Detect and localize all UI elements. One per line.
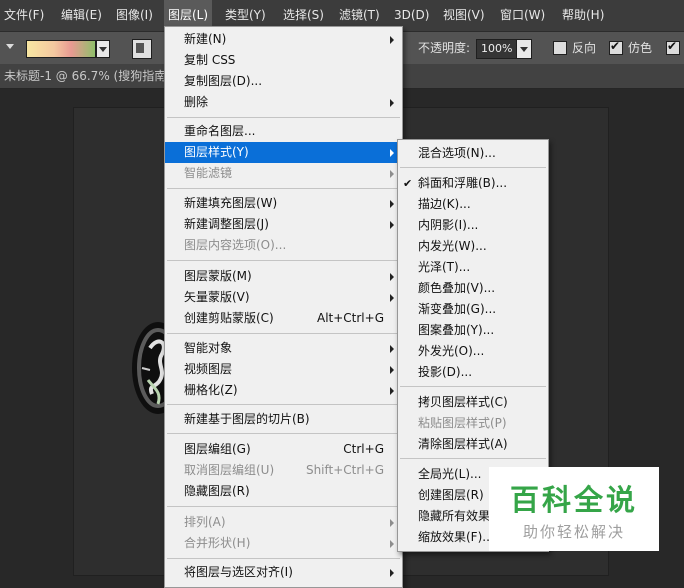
menu-item-new-adjustment-layer[interactable]: 新建调整图层(J) xyxy=(165,214,402,235)
menu-separator xyxy=(167,333,400,334)
submenu-item-color-overlay[interactable]: 颜色叠加(V)... xyxy=(398,278,548,299)
menu-item-new[interactable]: 新建(N) xyxy=(165,29,402,50)
menu-edit[interactable]: 编辑(E) xyxy=(61,0,102,31)
menu-image[interactable]: 图像(I) xyxy=(116,0,153,31)
menu-item-group-layers[interactable]: 图层编组(G) Ctrl+G xyxy=(165,439,402,460)
dither-checkbox[interactable] xyxy=(609,39,623,55)
menu-item-smart-object[interactable]: 智能对象 xyxy=(165,338,402,359)
menu-separator xyxy=(400,458,546,459)
chevron-right-icon xyxy=(390,540,394,548)
chevron-right-icon xyxy=(390,200,394,208)
submenu-item-drop-shadow[interactable]: 投影(D)... xyxy=(398,362,548,383)
menu-item-vector-mask[interactable]: 矢量蒙版(V) xyxy=(165,287,402,308)
document-tab[interactable]: 未标题-1 @ 66.7% (搜狗指南 xyxy=(4,64,166,88)
menu-item-duplicate-layer[interactable]: 复制图层(D)... xyxy=(165,71,402,92)
menu-view[interactable]: 视图(V) xyxy=(443,0,485,31)
menu-separator xyxy=(167,188,400,189)
menu-separator xyxy=(167,404,400,405)
watermark-logo: 百科全说 助你轻松解决 xyxy=(489,467,659,551)
menu-separator xyxy=(167,558,400,559)
menu-item-create-clipping-mask[interactable]: 创建剪贴蒙版(C) Alt+Ctrl+G xyxy=(165,308,402,329)
submenu-item-inner-shadow[interactable]: 内阴影(I)... xyxy=(398,215,548,236)
submenu-item-blending-options[interactable]: 混合选项(N)... xyxy=(398,143,548,164)
menu-item-delete[interactable]: 删除 xyxy=(165,92,402,113)
menu-item-rasterize[interactable]: 栅格化(Z) xyxy=(165,380,402,401)
menu-help[interactable]: 帮助(H) xyxy=(562,0,604,31)
submenu-item-gradient-overlay[interactable]: 渐变叠加(G)... xyxy=(398,299,548,320)
submenu-item-bevel-emboss[interactable]: ✔ 斜面和浮雕(B)... xyxy=(398,173,548,194)
opacity-input[interactable]: 100% xyxy=(476,39,518,59)
chevron-right-icon xyxy=(390,345,394,353)
submenu-item-pattern-overlay[interactable]: 图案叠加(Y)... xyxy=(398,320,548,341)
menu-separator xyxy=(167,433,400,434)
menu-separator xyxy=(167,506,400,507)
menu-window[interactable]: 窗口(W) xyxy=(500,0,545,31)
chevron-right-icon xyxy=(390,170,394,178)
transparency-checkbox[interactable] xyxy=(666,39,680,55)
chevron-right-icon xyxy=(390,387,394,395)
menu-separator xyxy=(400,386,546,387)
chevron-right-icon xyxy=(390,273,394,281)
chevron-right-icon xyxy=(390,149,394,157)
gradient-swatch[interactable] xyxy=(26,40,96,58)
chevron-right-icon xyxy=(390,221,394,229)
chevron-right-icon xyxy=(390,366,394,374)
menu-item-ungroup-layers[interactable]: 取消图层编组(U) Shift+Ctrl+G xyxy=(165,460,402,481)
submenu-item-clear-layer-style[interactable]: 清除图层样式(A) xyxy=(398,434,548,455)
menu-item-new-fill-layer[interactable]: 新建填充图层(W) xyxy=(165,193,402,214)
submenu-item-satin[interactable]: 光泽(T)... xyxy=(398,257,548,278)
menu-separator xyxy=(167,117,400,118)
menu-item-combine-shapes[interactable]: 合并形状(H) xyxy=(165,533,402,554)
reverse-checkbox[interactable] xyxy=(553,41,567,55)
gradient-dropdown-button[interactable] xyxy=(96,40,110,58)
opacity-dropdown-button[interactable] xyxy=(516,39,532,59)
gradient-style-icon[interactable] xyxy=(132,39,152,59)
menu-item-align-to-selection[interactable]: 将图层与选区对齐(I) xyxy=(165,562,402,583)
reverse-label: 反向 xyxy=(572,41,597,55)
menu-separator xyxy=(400,167,546,168)
menu-item-video-layer[interactable]: 视频图层 xyxy=(165,359,402,380)
menu-item-arrange[interactable]: 排列(A) xyxy=(165,512,402,533)
menu-file[interactable]: 文件(F) xyxy=(4,0,44,31)
menu-item-layer-mask[interactable]: 图层蒙版(M) xyxy=(165,266,402,287)
menu-item-layer-content-options[interactable]: 图层内容选项(O)... xyxy=(165,235,402,256)
menu-item-rename-layer[interactable]: 重命名图层... xyxy=(165,121,402,142)
opacity-label: 不透明度: xyxy=(418,41,471,55)
checkmark-icon: ✔ xyxy=(403,177,413,190)
submenu-item-paste-layer-style[interactable]: 粘贴图层样式(P) xyxy=(398,413,548,434)
watermark-title: 百科全说 xyxy=(509,483,638,517)
menu-item-copy-css[interactable]: 复制 CSS xyxy=(165,50,402,71)
chevron-right-icon xyxy=(390,36,394,44)
dither-label: 仿色 xyxy=(628,41,653,55)
menu-item-smart-filter[interactable]: 智能滤镜 xyxy=(165,163,402,184)
chevron-right-icon xyxy=(390,99,394,107)
submenu-item-copy-layer-style[interactable]: 拷贝图层样式(C) xyxy=(398,392,548,413)
watermark-subtitle: 助你轻松解决 xyxy=(522,523,625,541)
menu-separator xyxy=(167,260,400,261)
chevron-right-icon xyxy=(390,294,394,302)
chevron-right-icon xyxy=(390,569,394,577)
submenu-item-inner-glow[interactable]: 内发光(W)... xyxy=(398,236,548,257)
menu-item-new-layer-slice[interactable]: 新建基于图层的切片(B) xyxy=(165,409,402,430)
submenu-item-stroke[interactable]: 描边(K)... xyxy=(398,194,548,215)
submenu-item-outer-glow[interactable]: 外发光(O)... xyxy=(398,341,548,362)
chevron-right-icon xyxy=(390,519,394,527)
menu-item-layer-style[interactable]: 图层样式(Y) xyxy=(165,142,402,163)
menu-item-hide-layers[interactable]: 隐藏图层(R) xyxy=(165,481,402,502)
layer-menu: 新建(N) 复制 CSS 复制图层(D)... 删除 重命名图层... 图层样式… xyxy=(164,26,403,588)
tool-preset-arrow-icon[interactable] xyxy=(6,44,14,49)
